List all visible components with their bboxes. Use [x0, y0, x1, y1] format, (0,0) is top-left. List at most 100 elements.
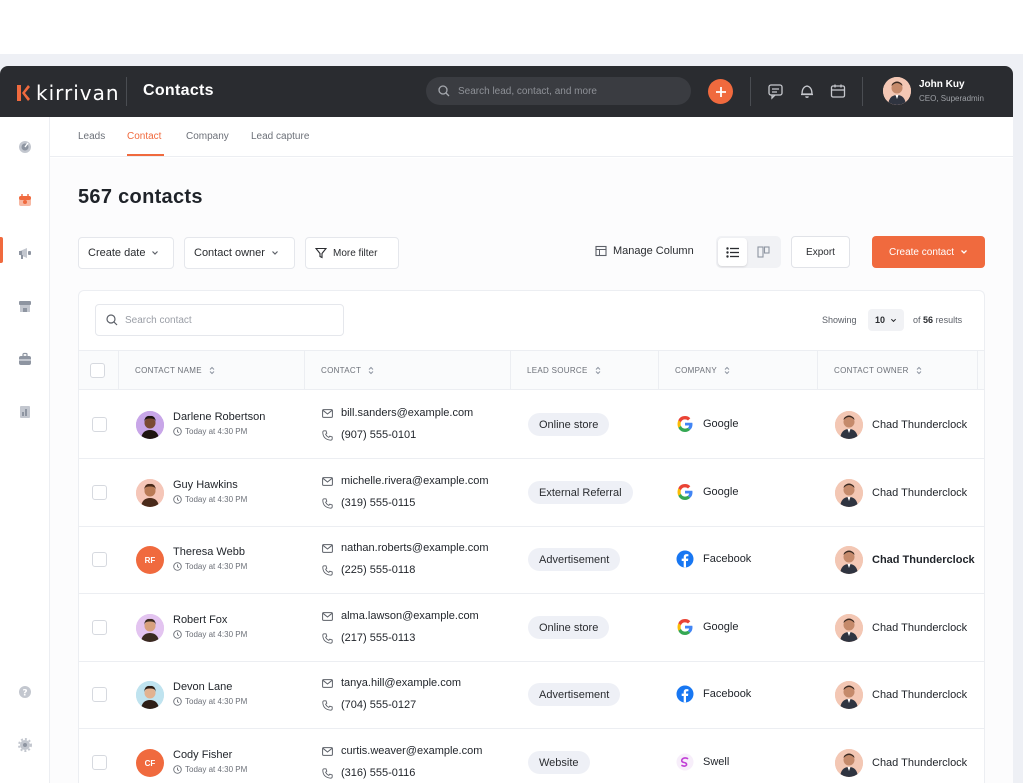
contact-time-label: Today at 4:30 PM — [185, 427, 248, 436]
table-row[interactable]: RF Theresa Webb Today at 4:30 PM nathan.rob… — [79, 526, 984, 594]
sidebar-item-dashboard[interactable] — [15, 137, 35, 157]
gauge-icon — [19, 141, 31, 153]
chevron-down-icon — [272, 251, 278, 255]
company-cell[interactable]: Facebook — [676, 550, 751, 568]
contact-owner-cell[interactable]: Chad Thunderclock — [835, 411, 967, 439]
brand-logo[interactable]: kirrivan — [16, 81, 120, 105]
table-row[interactable]: Guy Hawkins Today at 4:30 PM michelle.rive… — [79, 459, 984, 527]
contact-phone[interactable]: (907) 555-0101 — [322, 429, 416, 441]
column-header-lead-source[interactable]: LEAD SOURCE — [527, 351, 601, 389]
contact-phone[interactable]: (217) 555-0113 — [322, 632, 415, 644]
select-all-checkbox[interactable] — [90, 362, 105, 378]
contact-name[interactable]: Guy Hawkins — [173, 479, 238, 491]
contact-name[interactable]: Cody Fisher — [173, 749, 232, 761]
contact-search-input[interactable] — [125, 314, 325, 326]
column-header-contact-owner[interactable]: CONTACT OWNER — [834, 351, 922, 389]
contact-phone[interactable]: (225) 555-0118 — [322, 564, 415, 576]
contact-owner-cell[interactable]: Chad Thunderclock — [835, 546, 975, 574]
quick-add-button[interactable] — [708, 79, 733, 104]
company-cell[interactable]: Google — [676, 415, 738, 433]
global-search[interactable] — [426, 77, 691, 105]
contact-email[interactable]: bill.sanders@example.com — [322, 407, 473, 419]
contact-phone[interactable]: (319) 555-0115 — [322, 497, 415, 509]
contact-phone-value: (704) 555-0127 — [341, 699, 417, 711]
column-header-contact[interactable]: CONTACT — [321, 351, 374, 389]
contact-email[interactable]: michelle.rivera@example.com — [322, 475, 489, 487]
divider — [750, 77, 751, 106]
divider — [862, 77, 863, 106]
contact-owner-cell[interactable]: Chad Thunderclock — [835, 614, 967, 642]
contact-owner-cell[interactable]: Chad Thunderclock — [835, 749, 967, 777]
export-button[interactable]: Export — [791, 236, 850, 268]
row-checkbox[interactable] — [92, 687, 107, 702]
company-cell[interactable]: Facebook — [676, 685, 751, 703]
table-row[interactable]: Darlene Robertson Today at 4:30 PM bill.sa… — [79, 391, 984, 459]
table-row[interactable]: Robert Fox Today at 4:30 PM alma.lawson@ex… — [79, 594, 984, 662]
tab-contact[interactable]: Contact — [127, 131, 161, 142]
contact-time: Today at 4:30 PM — [173, 697, 247, 706]
sidebar-item-campaigns[interactable] — [15, 243, 35, 263]
more-filter-button[interactable]: More filter — [305, 237, 399, 269]
table-row[interactable]: Devon Lane Today at 4:30 PM tanya.hill@exa… — [79, 661, 984, 729]
create-contact-button[interactable]: Create contact — [872, 236, 985, 268]
contact-name[interactable]: Robert Fox — [173, 614, 227, 626]
chat-icon[interactable] — [767, 82, 785, 100]
company-cell[interactable]: Swell — [676, 753, 729, 771]
calendar-icon[interactable] — [829, 82, 847, 100]
list-view-button[interactable] — [718, 238, 747, 266]
row-checkbox[interactable] — [92, 620, 107, 635]
contact-email-value: bill.sanders@example.com — [341, 407, 474, 419]
contact-owner-filter[interactable]: Contact owner — [184, 237, 295, 269]
row-checkbox[interactable] — [92, 552, 107, 567]
user-avatar[interactable] — [883, 77, 911, 105]
row-checkbox[interactable] — [92, 417, 107, 432]
contact-email[interactable]: curtis.weaver@example.com — [322, 745, 482, 757]
create-contact-label: Create contact — [888, 246, 955, 258]
row-checkbox[interactable] — [92, 755, 107, 770]
contact-name[interactable]: Darlene Robertson — [173, 411, 265, 423]
contact-owner-cell[interactable]: Chad Thunderclock — [835, 479, 967, 507]
sidebar-item-store[interactable] — [15, 296, 35, 316]
contact-time-label: Today at 4:30 PM — [185, 495, 248, 504]
sidebar-item-help[interactable]: ? — [15, 682, 35, 702]
lead-source-badge: Website — [528, 751, 590, 774]
contact-name[interactable]: Devon Lane — [173, 681, 232, 693]
tab-leads[interactable]: Leads — [78, 131, 105, 142]
user-name[interactable]: John Kuy — [919, 79, 965, 90]
tab-company[interactable]: Company — [186, 131, 229, 142]
table-row[interactable]: CF Cody Fisher Today at 4:30 PM curtis.weav… — [79, 729, 984, 783]
manage-column-button[interactable]: Manage Column — [595, 245, 694, 257]
contact-owner-cell[interactable]: Chad Thunderclock — [835, 681, 967, 709]
help-icon: ? — [19, 686, 31, 699]
company-cell[interactable]: Google — [676, 483, 738, 501]
create-date-filter[interactable]: Create date — [78, 237, 174, 269]
sidebar-item-deals[interactable] — [15, 349, 35, 369]
global-search-input[interactable] — [458, 85, 678, 97]
column-header-company[interactable]: COMPANY — [675, 351, 730, 389]
page-size-select[interactable]: 10 — [868, 309, 904, 331]
bell-icon[interactable] — [798, 82, 816, 100]
company-cell[interactable]: Google — [676, 618, 738, 636]
brand-name: kirrivan — [36, 81, 120, 105]
contact-email[interactable]: alma.lawson@example.com — [322, 610, 479, 622]
contact-search[interactable] — [95, 304, 344, 336]
megaphone-icon — [19, 248, 31, 259]
avatar-photo — [136, 614, 164, 642]
row-checkbox[interactable] — [92, 485, 107, 500]
sidebar-item-reports[interactable] — [15, 402, 35, 422]
sidebar-item-settings[interactable] — [15, 735, 35, 755]
board-view-button[interactable] — [749, 238, 778, 266]
contact-phone[interactable]: (704) 555-0127 — [322, 699, 416, 711]
contact-name[interactable]: Theresa Webb — [173, 546, 245, 558]
tab-lead-capture[interactable]: Lead capture — [251, 131, 309, 142]
column-header-label: COMPANY — [675, 365, 717, 375]
swell-icon — [676, 753, 694, 771]
column-header-contact-name[interactable]: CONTACT NAME — [135, 351, 215, 389]
contact-time-label: Today at 4:30 PM — [185, 697, 248, 706]
contact-email[interactable]: nathan.roberts@example.com — [322, 542, 489, 554]
sidebar-item-contacts[interactable] — [15, 190, 35, 210]
lead-source-badge: External Referral — [528, 481, 633, 504]
contact-phone[interactable]: (316) 555-0116 — [322, 767, 415, 779]
contact-email[interactable]: tanya.hill@example.com — [322, 677, 461, 689]
phone-icon — [322, 767, 333, 779]
